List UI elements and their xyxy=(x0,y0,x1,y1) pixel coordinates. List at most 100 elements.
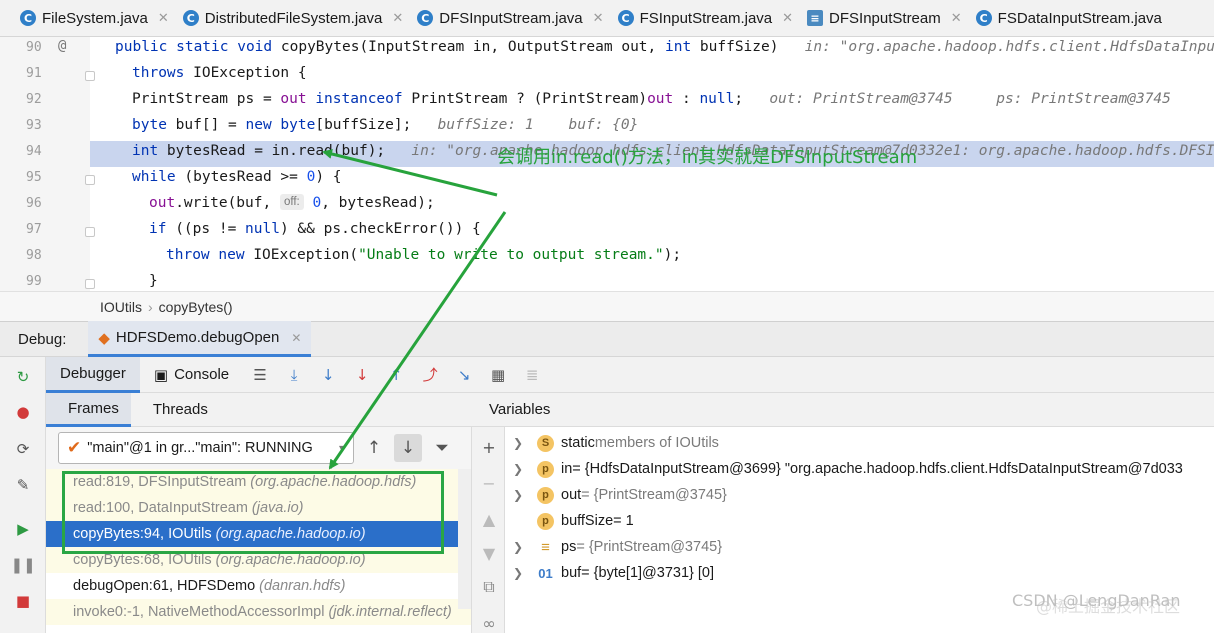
annotation-box xyxy=(62,471,444,554)
tab-frames[interactable]: Frames xyxy=(46,392,131,427)
line-number: 95 xyxy=(26,170,42,185)
variables-side-toolbar: + − ▲ ▼ ⧉ ∞ xyxy=(471,427,505,633)
tab-debugger[interactable]: Debugger xyxy=(46,356,140,393)
drop-frame-icon[interactable]: ⤴ xyxy=(419,364,441,386)
code-line-92: PrintStream ps = out instanceof PrintStr… xyxy=(132,91,1171,107)
parameter-icon: p xyxy=(537,460,554,478)
code-line-95: while (bytesRead >= 0) { xyxy=(132,169,342,185)
inline-value-hint: out: PrintStream@3745 xyxy=(769,91,953,107)
debug-session-tab[interactable]: ◆ HDFSDemo.debugOpen ✕ xyxy=(88,321,312,357)
resume-icon[interactable]: ▶ xyxy=(13,519,33,539)
close-icon[interactable]: ✕ xyxy=(158,10,169,26)
variable-row[interactable]: ❯ p out = {PrintStream@3745} xyxy=(505,482,727,508)
inline-value-hint: buf: {0} xyxy=(568,117,639,133)
tab-threads[interactable]: Threads xyxy=(131,393,220,427)
line-number: 97 xyxy=(26,222,42,237)
fold-icon[interactable] xyxy=(85,279,95,289)
frame-item[interactable]: invoke0:-1, NativeMethodAccessorImpl (jdk… xyxy=(46,599,471,625)
parameter-icon: p xyxy=(537,512,554,530)
show-execution-point-icon[interactable]: ⤓ xyxy=(283,364,305,386)
array-icon: 01 xyxy=(538,565,553,581)
glasses-icon[interactable]: ∞ xyxy=(479,613,499,633)
debug-tool-window-header: Debug: ◆ HDFSDemo.debugOpen ✕ xyxy=(0,321,1214,357)
code-line-98: throw new IOException("Unable to write t… xyxy=(166,247,682,263)
chevron-right-icon[interactable]: ❯ xyxy=(505,436,531,450)
step-out-icon[interactable]: ↑ xyxy=(385,364,407,386)
chevron-right-icon[interactable]: ❯ xyxy=(505,462,531,476)
move-down-icon[interactable]: ▼ xyxy=(479,543,499,563)
tab-console[interactable]: ▣ Console xyxy=(140,357,243,393)
close-icon[interactable]: ✕ xyxy=(593,10,604,26)
debug-side-toolbar: ↻ ● ⟳ ✎ ▶ ❚❚ ■ xyxy=(0,357,46,633)
add-watch-icon[interactable]: + xyxy=(479,437,499,457)
line-number: 90 xyxy=(26,40,42,55)
code-line-96: out.write(buf, off: 0, bytesRead); xyxy=(149,194,435,211)
wrench-icon[interactable]: ✎ xyxy=(13,475,33,495)
inline-value-hint: buffSize: 1 xyxy=(437,117,534,133)
chevron-right-icon[interactable]: ❯ xyxy=(505,540,531,554)
chevron-right-icon[interactable]: ❯ xyxy=(505,488,531,502)
debugger-toolbar: Debugger ▣ Console ☰ ⤓ ↓ ↓ ↑ ⤴ ↘ ▦ ≣ xyxy=(46,356,1214,393)
breadcrumb-item[interactable]: copyBytes() xyxy=(159,299,233,315)
static-icon: S xyxy=(537,434,554,452)
thread-dropdown[interactable]: ✔ "main"@1 in gr..."main": RUNNING ▾ xyxy=(58,432,354,464)
variable-row[interactable]: p buffSize = 1 xyxy=(505,508,634,534)
variable-row[interactable]: ❯ 01 buf = {byte[1]@3731} [0] xyxy=(505,560,714,586)
tab-filesystem[interactable]: C FileSystem.java ✕ xyxy=(14,0,177,37)
variable-row[interactable]: ❯ ≡ ps = {PrintStream@3745} xyxy=(505,534,722,560)
menu-icon[interactable]: ☰ xyxy=(249,364,271,386)
tab-fsdatainputstream[interactable]: C FSDataInputStream.java xyxy=(970,0,1170,37)
tab-dfsinputstream-java[interactable]: C DFSInputStream.java ✕ xyxy=(411,0,611,37)
class-icon: C xyxy=(417,10,434,26)
chevron-right-icon[interactable]: ❯ xyxy=(505,566,531,580)
move-up-icon[interactable]: ▲ xyxy=(479,509,499,529)
inline-value-hint: ps: PrintStream@3745 xyxy=(996,91,1171,107)
copy-icon[interactable]: ⧉ xyxy=(479,577,499,597)
restore-layout-icon[interactable]: ⟳ xyxy=(13,439,33,459)
close-icon[interactable]: ✕ xyxy=(782,10,793,26)
close-icon[interactable]: ✕ xyxy=(291,331,301,345)
filter-icon[interactable]: ⏷ xyxy=(428,434,456,462)
line-number: 96 xyxy=(26,196,42,211)
breadcrumb: IOUtils › copyBytes() xyxy=(0,291,1214,321)
fold-icon[interactable] xyxy=(85,227,95,237)
thread-selector-row: ✔ "main"@1 in gr..."main": RUNNING ▾ ↑ ↓… xyxy=(46,427,471,469)
close-icon[interactable]: ✕ xyxy=(392,10,403,26)
up-arrow-icon[interactable]: ↑ xyxy=(360,434,388,462)
down-arrow-icon[interactable]: ↓ xyxy=(394,434,422,462)
tab-dfsinputstream-class[interactable]: ≡ DFSInputStream ✕ xyxy=(801,0,970,37)
parameter-hint: off: xyxy=(279,194,304,210)
tab-distributed-filesystem[interactable]: C DistributedFileSystem.java ✕ xyxy=(177,0,411,37)
pause-icon[interactable]: ❚❚ xyxy=(10,555,35,575)
run-to-cursor-icon[interactable]: ↘ xyxy=(453,364,475,386)
code-line-90: public static void copyBytes(InputStream… xyxy=(115,37,1214,60)
watermark: CSDN @LengDanRan xyxy=(1012,591,1181,610)
step-into-icon[interactable]: ↓ xyxy=(351,364,373,386)
fold-icon[interactable] xyxy=(85,175,95,185)
variable-row[interactable]: ❯ Sstatic members of IOUtils xyxy=(505,430,719,456)
trace-icon[interactable]: ≣ xyxy=(521,364,543,386)
editor-tab-bar: C FileSystem.java ✕ C DistributedFileSystem… xyxy=(0,0,1214,37)
chevron-right-icon: › xyxy=(148,298,153,315)
local-variable-icon: ≡ xyxy=(541,538,550,556)
stop-breakpoints-icon[interactable]: ● xyxy=(13,402,33,422)
close-icon[interactable]: ✕ xyxy=(951,10,962,26)
remove-watch-icon[interactable]: − xyxy=(479,473,499,493)
frames-scrollbar[interactable] xyxy=(458,469,471,609)
frame-item[interactable]: debugOpen:61, HDFSDemo (danran.hdfs) xyxy=(46,573,471,599)
debug-session-icon: ◆ xyxy=(98,328,110,347)
stop-icon[interactable]: ■ xyxy=(13,591,33,611)
line-number: 94 xyxy=(26,144,42,159)
frames-panel-header: Frames Threads xyxy=(46,392,471,427)
variables-panel-header: Variables xyxy=(471,393,1214,427)
breadcrumb-item[interactable]: IOUtils xyxy=(100,299,142,315)
class-icon: C xyxy=(20,10,36,26)
rerun-icon[interactable]: ↻ xyxy=(13,367,33,387)
tab-fsinputstream[interactable]: C FSInputStream.java ✕ xyxy=(612,0,801,37)
step-over-icon[interactable]: ↓ xyxy=(317,364,339,386)
fold-icon[interactable] xyxy=(85,71,95,81)
override-icon[interactable]: @ xyxy=(58,38,66,54)
code-line-91: throws IOException { xyxy=(132,65,307,81)
evaluate-expression-icon[interactable]: ▦ xyxy=(487,364,509,386)
variable-row[interactable]: ❯ p in = {HdfsDataInputStream@3699} "org.a… xyxy=(505,456,1183,482)
